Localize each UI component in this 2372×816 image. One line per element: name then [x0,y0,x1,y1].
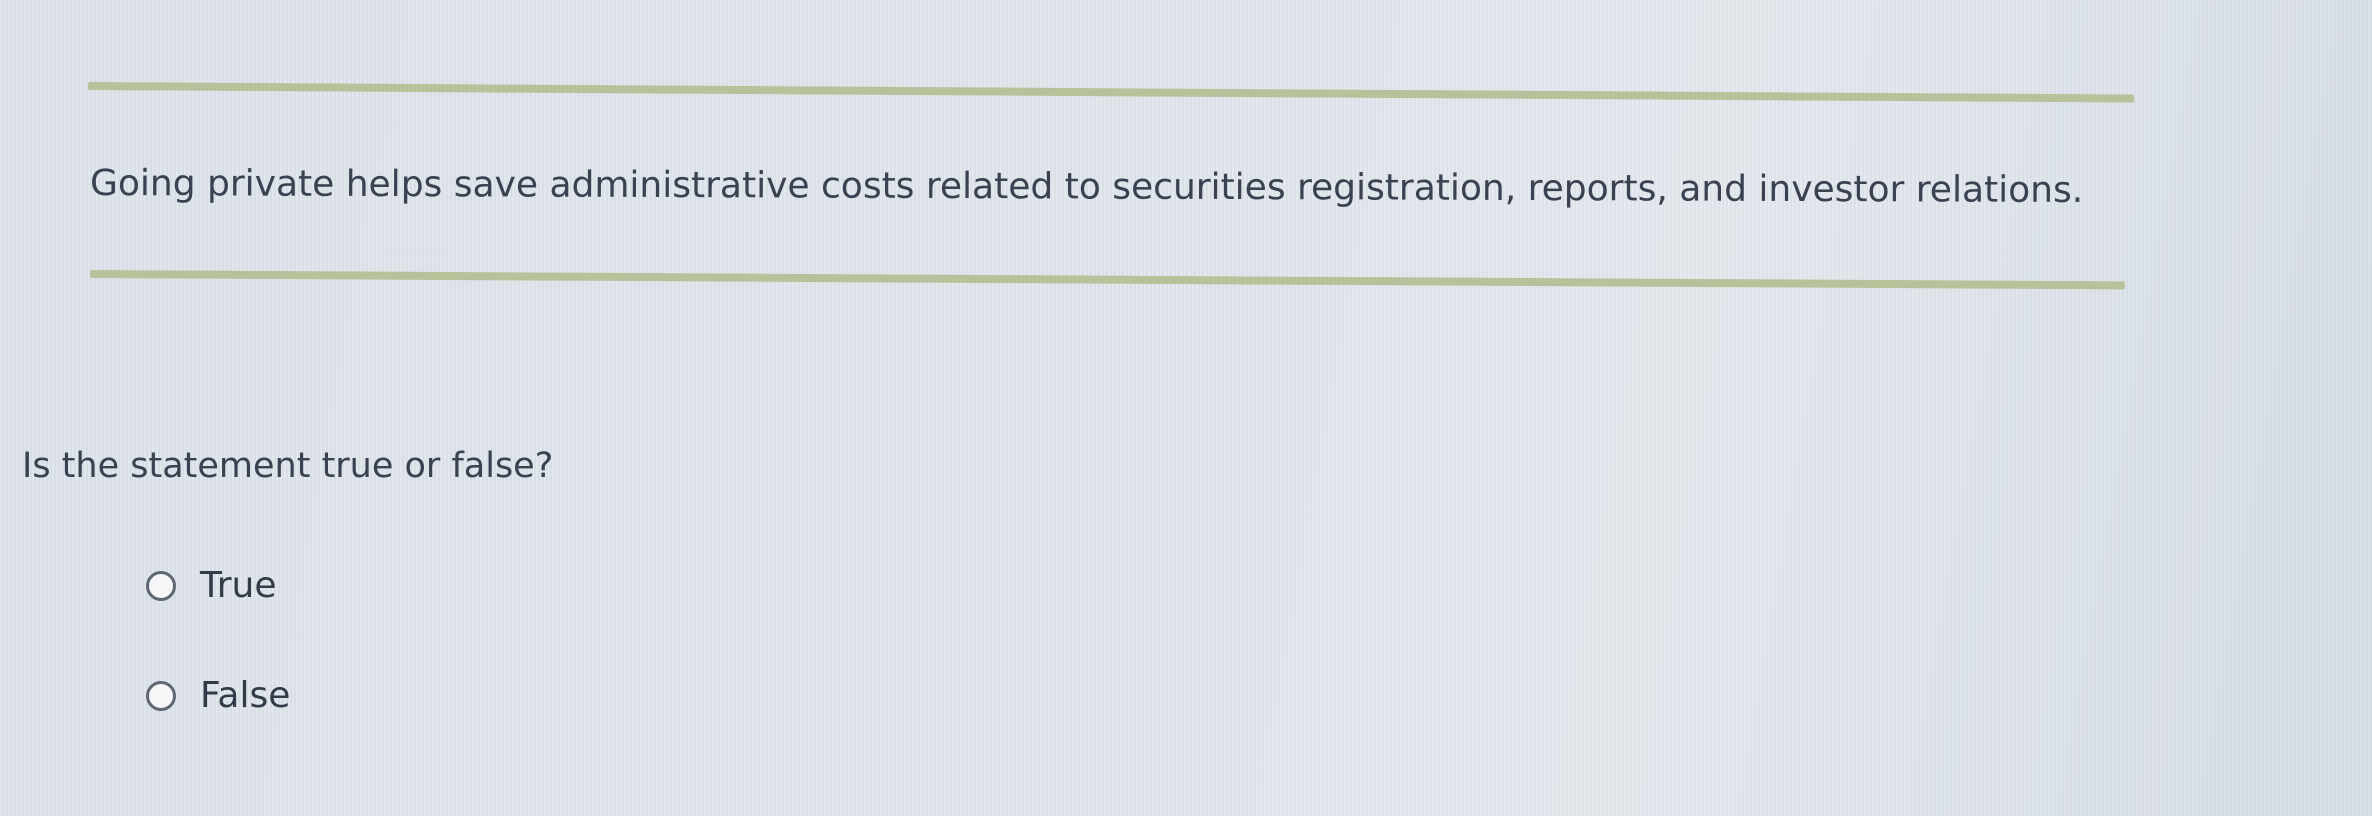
false-option[interactable]: False [146,674,290,718]
radio-button-icon[interactable] [146,681,176,711]
screen-background [0,0,2372,816]
true-option[interactable]: True [146,564,276,608]
question-prompt: Is the statement true or false? [22,446,554,486]
radio-button-icon[interactable] [146,571,176,601]
false-option-label: False [200,675,291,716]
statement-top-rule [87,82,2134,103]
true-option-label: True [200,565,277,606]
statement-text: Going private helps save administrative … [89,163,2084,211]
statement-bottom-rule [89,270,2125,290]
